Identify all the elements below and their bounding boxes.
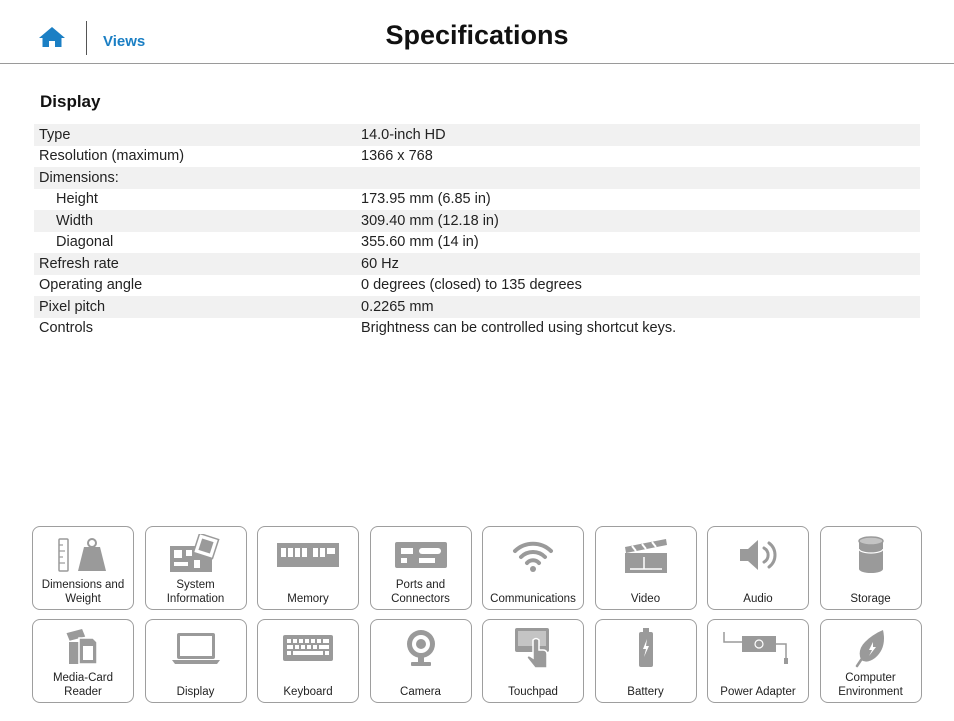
speaker-icon [740, 540, 777, 570]
keyboard-icon [283, 635, 333, 661]
sd-card-icon [66, 628, 98, 665]
spec-value [356, 167, 920, 189]
touchpad-icon [515, 628, 549, 669]
tile-audio[interactable]: Audio [707, 526, 809, 610]
tile-label: Media-Card Reader [52, 672, 114, 698]
wifi-icon [513, 541, 553, 572]
tile-label: Power Adapter [720, 686, 796, 698]
tile-system-information[interactable]: System Information [144, 526, 247, 610]
spec-value: 60 Hz [361, 255, 399, 272]
spec-value: Brightness can be controlled using short… [361, 320, 677, 337]
tile-label: System Information [166, 579, 225, 605]
tile-keyboard[interactable]: Keyboard [257, 619, 359, 703]
tile-memory[interactable]: Memory [257, 526, 359, 610]
spec-value: 309.40 mm (12.18 in) [361, 212, 499, 229]
tile-label: Communications [490, 593, 576, 605]
table-row: Resolution (maximum) 1366 x 768 [34, 146, 920, 168]
spec-value: 14.0-inch HD [361, 126, 446, 143]
spec-label: Type [39, 126, 71, 143]
ports-icon [394, 542, 447, 568]
spec-value: 173.95 mm (6.85 in) [361, 191, 491, 208]
table-row: Height 173.95 mm (6.85 in) [34, 189, 920, 211]
spec-value: 355.60 mm (14 in) [361, 234, 479, 251]
table-row: Operating angle 0 degrees (closed) to 13… [34, 275, 920, 297]
spec-value: 0 degrees (closed) to 135 degrees [361, 277, 582, 294]
spec-label: Diagonal [56, 234, 114, 251]
section-tiles: Dimensions and Weight System Information [32, 526, 922, 703]
ruler-weight-icon [58, 538, 106, 572]
tile-label: Ports and Connectors [391, 579, 450, 605]
webcam-icon [406, 630, 435, 666]
spec-label: Resolution (maximum) [39, 148, 185, 165]
table-row: Type 14.0-inch HD [34, 124, 920, 146]
motherboard-icon [169, 534, 220, 572]
tile-ports-and-connectors[interactable]: Ports and Connectors [369, 526, 472, 610]
tile-computer-environment[interactable]: Computer Environment [819, 619, 922, 703]
spec-label: Dimensions: [39, 169, 119, 186]
tile-label: Video [630, 593, 661, 605]
table-row: Controls Brightness can be controlled us… [34, 318, 920, 340]
tile-label: Display [176, 686, 215, 698]
power-adapter-icon [723, 632, 788, 664]
table-row: Diagonal 355.60 mm (14 in) [34, 232, 920, 254]
tile-touchpad[interactable]: Touchpad [482, 619, 584, 703]
storage-cylinder-icon [857, 536, 884, 573]
tile-label: Camera [400, 686, 441, 698]
tile-dimensions-and-weight[interactable]: Dimensions and Weight [32, 526, 134, 610]
section-title: Display [40, 92, 101, 111]
memory-module-icon [277, 543, 339, 567]
tile-communications[interactable]: Communications [482, 526, 584, 610]
leaf-icon [855, 630, 884, 668]
spec-label: Width [56, 212, 94, 229]
tile-power-adapter[interactable]: Power Adapter [707, 619, 809, 703]
tile-label: Dimensions and Weight [41, 579, 125, 605]
tile-media-card-reader[interactable]: Media-Card Reader [32, 619, 134, 703]
tile-battery[interactable]: Battery [594, 619, 697, 703]
tile-label: Memory [287, 593, 329, 605]
spec-value: 0.2265 mm [361, 298, 434, 315]
tile-label: Touchpad [508, 686, 558, 698]
spec-label: Height [56, 191, 98, 208]
tile-display[interactable]: Display [144, 619, 247, 703]
tile-label: Storage [850, 593, 891, 605]
page-title: Specifications [385, 20, 569, 50]
battery-icon [638, 628, 653, 667]
header-bar: Views Specifications [0, 0, 954, 64]
tile-label: Battery [627, 686, 664, 698]
tile-video[interactable]: Video [594, 526, 697, 610]
tile-label: Audio [743, 593, 773, 605]
spec-table: Type 14.0-inch HD Resolution (maximum) 1… [34, 124, 920, 339]
table-row: Pixel pitch 0.2265 mm [34, 296, 920, 318]
clapperboard-icon [624, 539, 667, 573]
spec-label: Controls [39, 320, 93, 337]
spec-label: Operating angle [39, 277, 143, 294]
tile-camera[interactable]: Camera [369, 619, 472, 703]
tile-label: Computer Environment [838, 672, 903, 698]
tile-storage[interactable]: Storage [819, 526, 922, 610]
tile-label: Keyboard [283, 686, 333, 698]
table-row: Width 309.40 mm (12.18 in) [34, 210, 920, 232]
laptop-icon [171, 633, 220, 664]
table-row: Refresh rate 60 Hz [34, 253, 920, 275]
spec-label: Refresh rate [39, 255, 119, 272]
spec-label: Pixel pitch [39, 298, 106, 315]
spec-value: 1366 x 768 [361, 148, 433, 165]
table-row: Dimensions: [34, 167, 920, 189]
